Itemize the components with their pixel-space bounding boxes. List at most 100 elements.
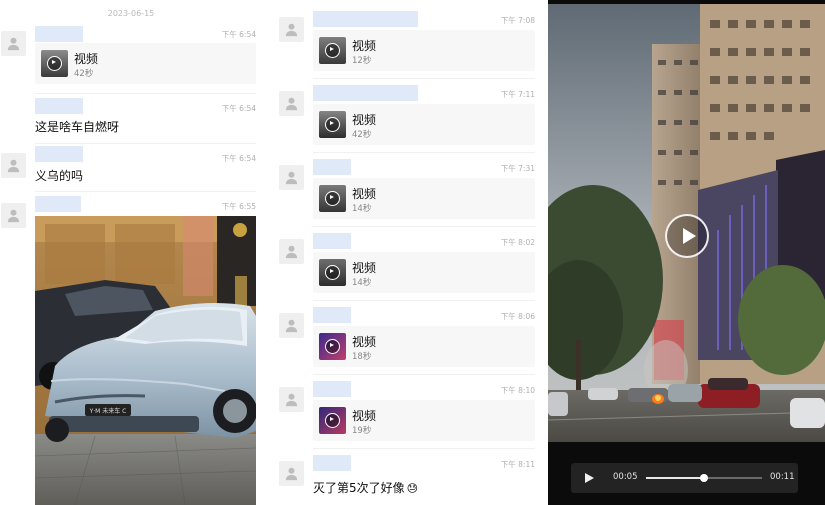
play-button[interactable] (665, 214, 709, 258)
divider (313, 300, 535, 301)
play-icon (325, 43, 340, 58)
divider (35, 191, 256, 192)
avatar[interactable] (1, 31, 26, 56)
photo-message[interactable]: Y·M 未来车 C (35, 216, 256, 505)
sender-name-redacted (313, 233, 351, 249)
message-text-body: 灭了第5次了好像 (313, 481, 405, 495)
video-message[interactable]: 视频 42秒 (313, 104, 535, 145)
sender-name-redacted (35, 146, 83, 162)
play-icon (325, 117, 340, 132)
date-separator: 2023-06-15 (107, 9, 155, 18)
avatar[interactable] (279, 17, 304, 42)
video-thumbnail (319, 407, 346, 434)
video-label: 视频 (352, 187, 377, 201)
avatar[interactable] (279, 387, 304, 412)
user-icon (285, 467, 298, 481)
video-label: 视频 (352, 113, 377, 127)
message-time: 下午 7:11 (500, 90, 535, 99)
video-message[interactable]: 视频 18秒 (313, 326, 535, 367)
user-icon (7, 37, 20, 51)
sender-name-redacted (313, 11, 418, 27)
sweat-emoji-icon: 😓 (406, 482, 419, 495)
video-thumbnail (319, 37, 346, 64)
user-icon (7, 209, 20, 223)
video-message[interactable]: 视频 14秒 (313, 178, 535, 219)
user-icon (285, 319, 298, 333)
video-duration: 14秒 (352, 278, 372, 288)
video-duration: 14秒 (352, 204, 372, 214)
divider (313, 374, 535, 375)
message-time: 下午 6:55 (221, 202, 256, 211)
sender-name-redacted (313, 381, 351, 397)
video-thumbnail (41, 50, 68, 77)
video-message[interactable]: 视频 12秒 (313, 30, 535, 71)
message-text: 灭了第5次了好像 😓 (313, 479, 418, 496)
sender-name-redacted (35, 196, 81, 212)
video-message[interactable]: 视频 14秒 (313, 252, 535, 293)
avatar[interactable] (1, 153, 26, 178)
message-time: 下午 6:54 (221, 154, 256, 163)
message-time: 下午 8:11 (500, 460, 535, 469)
video-duration: 19秒 (352, 426, 372, 436)
message-time: 下午 6:54 (221, 104, 256, 113)
play-icon (47, 56, 62, 71)
video-label: 视频 (352, 261, 377, 275)
seek-progress (646, 477, 704, 479)
user-icon (285, 171, 298, 185)
video-label: 视频 (352, 39, 377, 53)
sender-name-redacted (313, 455, 351, 471)
divider (35, 93, 256, 94)
seek-bar[interactable] (646, 474, 762, 482)
avatar[interactable] (1, 203, 26, 228)
sender-name-redacted (35, 98, 83, 114)
video-label: 视频 (352, 409, 377, 423)
message-time: 下午 8:10 (500, 386, 535, 395)
play-icon (325, 413, 340, 428)
photo-car: Y·M 未来车 C (35, 216, 256, 505)
divider (313, 152, 535, 153)
current-time: 00:05 (613, 472, 638, 482)
video-message[interactable]: 视频 42秒 (35, 43, 256, 84)
divider (313, 78, 535, 79)
video-duration: 12秒 (352, 56, 372, 66)
message-text: 义乌的吗 (35, 169, 84, 183)
divider (313, 448, 535, 449)
play-icon (325, 339, 340, 354)
avatar[interactable] (279, 239, 304, 264)
sender-name-redacted (35, 26, 83, 42)
video-thumbnail (319, 111, 346, 138)
avatar[interactable] (279, 91, 304, 116)
avatar[interactable] (279, 461, 304, 486)
video-thumbnail (319, 185, 346, 212)
divider (35, 143, 256, 144)
divider (313, 226, 535, 227)
license-plate: Y·M 未来车 C (89, 407, 127, 415)
message-time: 下午 8:02 (500, 238, 535, 247)
video-duration: 42秒 (74, 69, 94, 79)
video-label: 视频 (352, 335, 377, 349)
user-icon (285, 245, 298, 259)
avatar[interactable] (279, 313, 304, 338)
play-icon (325, 191, 340, 206)
user-icon (285, 393, 298, 407)
message-time: 下午 7:31 (500, 164, 535, 173)
video-controls: 00:05 00:11 (571, 463, 798, 493)
video-message[interactable]: 视频 19秒 (313, 400, 535, 441)
message-text: 这是啥车自燃呀 (35, 120, 120, 134)
avatar[interactable] (279, 165, 304, 190)
play-icon[interactable] (584, 472, 595, 484)
message-time: 下午 6:54 (221, 30, 256, 39)
sender-name-redacted (313, 307, 351, 323)
sender-name-redacted (313, 85, 418, 101)
video-thumbnail (319, 259, 346, 286)
video-duration: 42秒 (352, 130, 372, 140)
video-thumbnail (319, 333, 346, 360)
message-time: 下午 8:06 (500, 312, 535, 321)
message-time: 下午 7:08 (500, 16, 535, 25)
sender-name-redacted (313, 159, 351, 175)
seek-handle[interactable] (700, 474, 708, 482)
play-icon (325, 265, 340, 280)
user-icon (7, 159, 20, 173)
user-icon (285, 97, 298, 111)
total-time: 00:11 (770, 472, 795, 482)
